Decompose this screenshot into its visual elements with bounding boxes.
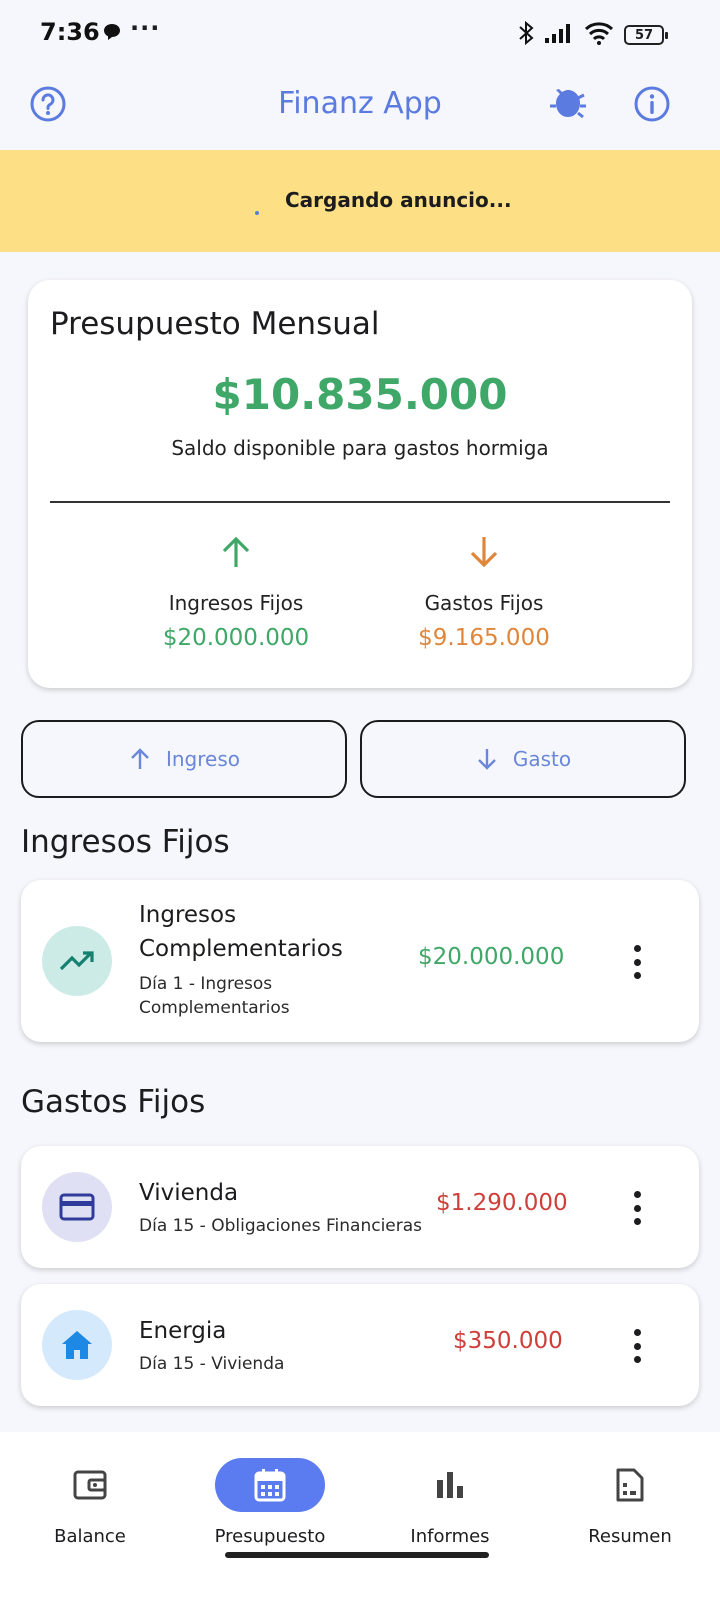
bluetooth-icon [518, 20, 534, 50]
list-item[interactable]: Vivienda Día 15 - Obligaciones Financier… [21, 1146, 699, 1268]
fixed-expense-value: $9.165.000 [418, 625, 550, 651]
nav-item-informes[interactable]: Informes [360, 1458, 540, 1547]
fixed-income-section-title: Ingresos Fijos [21, 824, 230, 860]
item-name-line: Ingresos [139, 902, 237, 928]
budget-title: Presupuesto Mensual [50, 306, 380, 342]
bug-report-icon[interactable] [548, 84, 588, 124]
wallet-icon [35, 1458, 145, 1512]
item-name-line: Complementarios [139, 936, 343, 962]
item-name: Ingresos Complementarios [139, 898, 343, 966]
nav-label-balance: Balance [54, 1526, 126, 1547]
nav-label-presupuesto: Presupuesto [214, 1526, 326, 1547]
add-expense-button[interactable]: Gasto [360, 720, 686, 798]
ad-loading-text: Cargando anuncio... [285, 188, 512, 212]
status-icons: 57 [518, 20, 668, 50]
item-subtitle-line: Día 1 - Ingresos [139, 974, 273, 994]
info-icon[interactable] [632, 84, 672, 124]
status-time: 7:36 [40, 18, 100, 46]
fixed-expense-summary: Gastos Fijos $9.165.000 [364, 535, 604, 651]
fixed-income-label: Ingresos Fijos [168, 591, 304, 615]
item-subtitle: Día 1 - Ingresos Complementarios [139, 972, 290, 1020]
trending-up-icon [42, 926, 112, 996]
item-name: Energia [139, 1318, 227, 1344]
signal-icon [544, 22, 574, 48]
item-amount: $1.290.000 [436, 1190, 568, 1216]
item-subtitle: Día 15 - Vivienda [139, 1354, 285, 1374]
fixed-expense-section-title: Gastos Fijos [21, 1084, 206, 1120]
battery-indicator: 57 [624, 25, 668, 45]
bottom-navigation: Balance Presupuesto Informes Resumen [0, 1432, 720, 1600]
fixed-expense-label: Gastos Fijos [424, 591, 544, 615]
item-amount: $350.000 [453, 1328, 563, 1354]
nav-label-resumen: Resumen [588, 1526, 672, 1547]
document-icon [575, 1458, 685, 1512]
budget-summary-card: Presupuesto Mensual $10.835.000 Saldo di… [28, 280, 692, 688]
item-amount: $20.000.000 [418, 944, 565, 970]
fixed-income-value: $20.000.000 [162, 625, 310, 651]
nav-item-presupuesto[interactable]: Presupuesto [180, 1458, 360, 1547]
more-notifications-icon: ··· [130, 14, 161, 42]
ad-banner: Cargando anuncio... [0, 150, 720, 252]
fixed-income-summary: Ingresos Fijos $20.000.000 [116, 535, 356, 651]
calendar-icon [215, 1458, 325, 1512]
more-options-icon[interactable] [625, 1326, 649, 1366]
nav-label-informes: Informes [410, 1526, 490, 1547]
arrow-up-icon [131, 748, 149, 769]
status-bar: 7:36 ··· 57 [0, 0, 720, 70]
app-bar: Finanz App [0, 70, 720, 150]
arrow-down-icon [364, 535, 604, 575]
message-notification-icon [102, 22, 122, 46]
more-options-icon[interactable] [625, 1188, 649, 1228]
arrow-up-icon [116, 535, 356, 575]
divider [50, 501, 670, 503]
app-title: Finanz App [278, 86, 442, 121]
list-item[interactable]: Ingresos Complementarios Día 1 - Ingreso… [21, 880, 699, 1042]
home-indicator [225, 1552, 489, 1558]
loading-indicator-icon [255, 211, 259, 215]
arrow-down-icon [478, 749, 496, 770]
credit-card-icon [42, 1172, 112, 1242]
item-name: Vivienda [139, 1180, 239, 1206]
bar-chart-icon [395, 1458, 505, 1512]
add-income-label: Ingreso [165, 747, 240, 771]
item-subtitle: Día 15 - Obligaciones Financieras [139, 1216, 423, 1236]
nav-item-resumen[interactable]: Resumen [540, 1458, 720, 1547]
more-options-icon[interactable] [625, 942, 649, 982]
list-item[interactable]: Energia Día 15 - Vivienda $350.000 [21, 1284, 699, 1406]
item-subtitle-line: Complementarios [139, 998, 290, 1018]
available-balance: $10.835.000 [212, 370, 508, 419]
wifi-icon [584, 21, 614, 49]
add-expense-label: Gasto [512, 747, 572, 771]
home-icon [42, 1310, 112, 1380]
available-balance-caption: Saldo disponible para gastos hormiga [171, 436, 549, 460]
nav-item-balance[interactable]: Balance [0, 1458, 180, 1547]
add-income-button[interactable]: Ingreso [21, 720, 347, 798]
